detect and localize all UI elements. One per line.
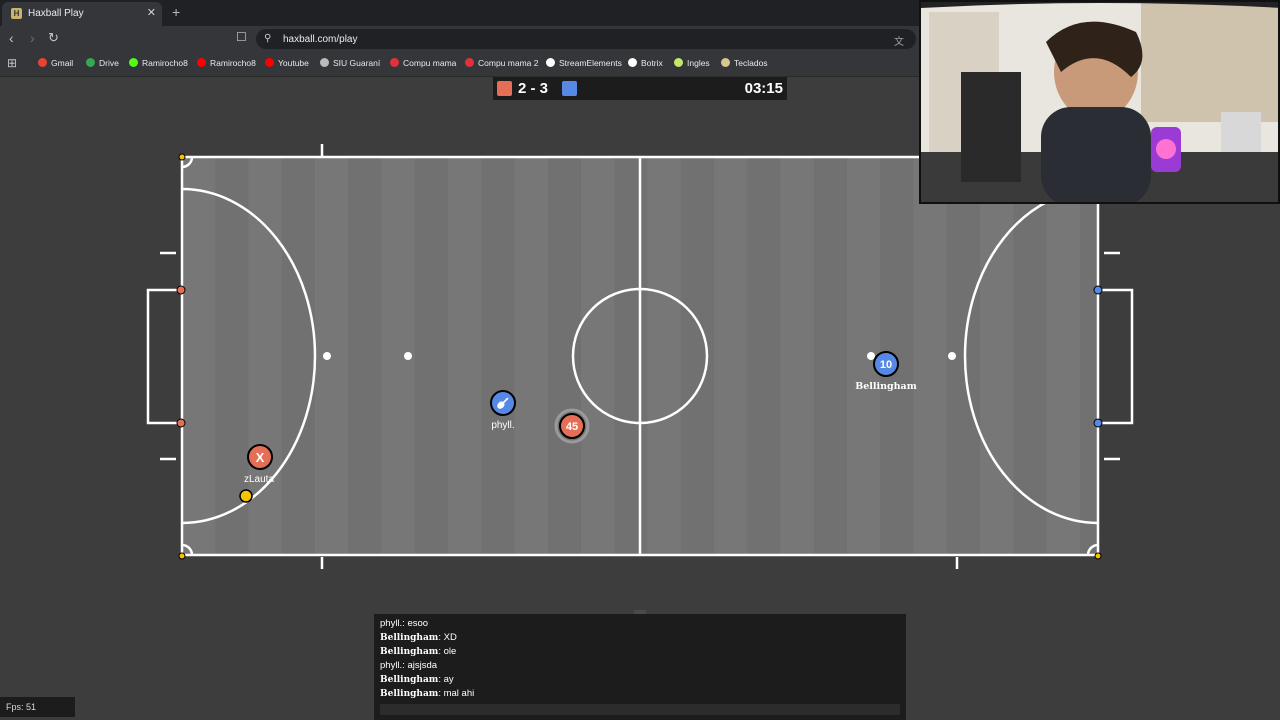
chat-text: ole [443, 646, 457, 657]
player-name: zLauta [244, 474, 274, 485]
chat-text: esoo [407, 618, 429, 629]
right-post-top [1093, 285, 1103, 295]
player-phyll: phyll. [490, 390, 516, 431]
chat-author: phyll. [380, 618, 403, 629]
ball [239, 489, 253, 503]
chat-author: Bellingham [380, 647, 439, 657]
chat-text: mal ahi [443, 688, 475, 699]
left-post-top [176, 285, 186, 295]
left-post-bottom [176, 418, 186, 428]
scoreboard: 2 - 3 03:15 [493, 77, 787, 100]
chat-message: Bellingham: mal ahi [380, 688, 475, 699]
chat-author: phyll. [380, 660, 403, 671]
chat-input[interactable] [380, 704, 900, 715]
chat-text: XD [443, 632, 457, 643]
chat-message: Bellingham: ay [380, 674, 454, 685]
streamer-camera-image [921, 2, 1278, 202]
webcam-overlay [919, 0, 1280, 204]
player-avatar: 45 [566, 421, 578, 433]
player-name: Bellingham [855, 381, 917, 392]
chat-author: Bellingham [380, 689, 439, 699]
chat-message: Bellingham: XD [380, 632, 457, 643]
player-name: phyll. [491, 420, 514, 431]
fps-counter: Fps: 51 [0, 697, 75, 717]
chat-text: ay [443, 674, 454, 685]
chat-author: Bellingham [380, 675, 439, 685]
chat-text: ajsjsda [407, 660, 438, 671]
blue-team-swatch [562, 81, 577, 96]
chat-message: phyll.: esoo [380, 618, 429, 629]
right-goal [1098, 288, 1134, 425]
right-post-bottom [1093, 418, 1103, 428]
red-team-swatch [497, 81, 512, 96]
fps-text: Fps: 51 [6, 702, 37, 712]
player-avatar: 10 [880, 359, 892, 371]
chat-panel: phyll.: esoo Bellingham: XD Bellingham: … [374, 614, 906, 720]
score: 2 - 3 [518, 80, 549, 97]
player-45: 45 [554, 408, 590, 444]
match-timer: 03:15 [744, 80, 783, 97]
left-goal [146, 288, 182, 425]
chat-author: Bellingham [380, 633, 439, 643]
chat-message: Bellingham: ole [380, 646, 457, 657]
player-avatar: X [256, 450, 265, 465]
chat-message: phyll.: ajsjsda [380, 660, 438, 671]
